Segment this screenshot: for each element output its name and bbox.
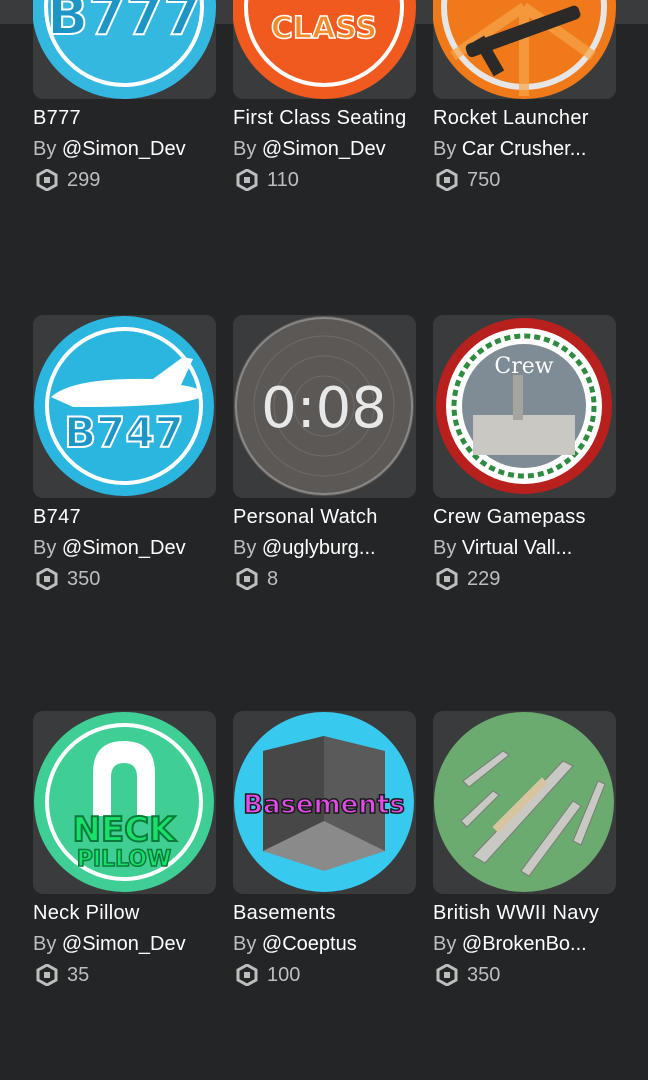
item-thumbnail[interactable] bbox=[433, 0, 616, 99]
item-creator[interactable]: By Car Crusher... bbox=[433, 135, 617, 163]
item-creator[interactable]: By @uglyburg... bbox=[233, 534, 417, 562]
thumb-text: Basements bbox=[243, 790, 405, 820]
creator-name[interactable]: @Simon_Dev bbox=[62, 933, 186, 955]
price-value: 8 bbox=[267, 567, 279, 590]
thumb-text: B777 bbox=[47, 0, 201, 47]
price-value: 299 bbox=[67, 168, 101, 191]
robux-icon bbox=[36, 169, 58, 191]
rocket-launcher-thumbnail-image bbox=[433, 0, 616, 99]
by-label: By bbox=[433, 537, 457, 559]
thumb-text: B747 bbox=[64, 408, 184, 457]
price-value: 110 bbox=[267, 168, 299, 191]
item-thumbnail[interactable]: B777 bbox=[33, 0, 216, 99]
creator-name[interactable]: @Coeptus bbox=[262, 933, 357, 955]
robux-icon bbox=[436, 169, 458, 191]
price-value: 350 bbox=[67, 567, 101, 590]
item-card-b777[interactable]: B777 B777 By @Simon_Dev 299 bbox=[33, 0, 217, 194]
item-thumbnail[interactable]: Basements bbox=[233, 711, 416, 894]
item-thumbnail[interactable]: NECK PILLOW bbox=[33, 711, 216, 894]
item-thumbnail[interactable]: B747 bbox=[33, 315, 216, 498]
creator-name[interactable]: @Simon_Dev bbox=[62, 537, 186, 559]
item-card-british-wwii-navy[interactable]: British WWII Navy By @BrokenBo... 350 bbox=[433, 711, 617, 989]
item-creator[interactable]: By Virtual Vall... bbox=[433, 534, 617, 562]
by-label: By bbox=[233, 537, 257, 559]
price-value: 350 bbox=[467, 963, 501, 986]
item-title[interactable]: Neck Pillow bbox=[33, 899, 217, 927]
creator-name[interactable]: @Simon_Dev bbox=[62, 138, 186, 160]
robux-icon bbox=[436, 568, 458, 590]
item-thumbnail[interactable]: 0:08 bbox=[233, 315, 416, 498]
item-creator[interactable]: By @Simon_Dev bbox=[233, 135, 417, 163]
item-creator[interactable]: By @Coeptus bbox=[233, 930, 417, 958]
item-title[interactable]: First Class Seating bbox=[233, 104, 417, 132]
item-card-crew-gamepass[interactable]: Crew Crew Gamepass By Virtual Vall... 22… bbox=[433, 315, 617, 593]
by-label: By bbox=[33, 138, 57, 160]
creator-name[interactable]: Car Crusher... bbox=[462, 138, 586, 160]
item-creator[interactable]: By @BrokenBo... bbox=[433, 930, 617, 958]
item-title[interactable]: B777 bbox=[33, 104, 217, 132]
neck-pillow-thumbnail-image: NECK PILLOW bbox=[34, 712, 214, 892]
item-thumbnail[interactable]: Crew bbox=[433, 315, 616, 498]
by-label: By bbox=[233, 933, 257, 955]
thumb-text: 0:08 bbox=[261, 376, 387, 441]
item-title[interactable]: Basements bbox=[233, 899, 417, 927]
b777-thumbnail-image: B777 bbox=[33, 0, 216, 99]
item-price: 350 bbox=[33, 565, 217, 593]
item-price: 35 bbox=[33, 961, 217, 989]
item-card-b747[interactable]: B747 B747 By @Simon_Dev 350 bbox=[33, 315, 217, 593]
creator-name[interactable]: @BrokenBo... bbox=[462, 933, 587, 955]
item-price: 100 bbox=[233, 961, 417, 989]
price-value: 229 bbox=[467, 567, 501, 590]
item-title[interactable]: Rocket Launcher bbox=[433, 104, 617, 132]
item-thumbnail[interactable] bbox=[433, 711, 616, 894]
b747-thumbnail-image: B747 bbox=[34, 316, 214, 496]
svg-text:FIRST: FIRST bbox=[276, 0, 373, 6]
item-price: 8 bbox=[233, 565, 417, 593]
item-price: 229 bbox=[433, 565, 617, 593]
by-label: By bbox=[33, 933, 57, 955]
price-value: 35 bbox=[67, 963, 90, 986]
robux-icon bbox=[236, 568, 258, 590]
first-class-thumbnail-image: CLASS FIRST bbox=[233, 0, 416, 99]
item-creator[interactable]: By @Simon_Dev bbox=[33, 135, 217, 163]
by-label: By bbox=[233, 138, 257, 160]
item-card-basements[interactable]: Basements Basements By @Coeptus 100 bbox=[233, 711, 417, 989]
price-value: 750 bbox=[467, 168, 501, 191]
item-card-first-class-seating[interactable]: CLASS FIRST First Class Seating By @Simo… bbox=[233, 0, 417, 194]
price-value: 100 bbox=[267, 963, 301, 986]
item-creator[interactable]: By @Simon_Dev bbox=[33, 534, 217, 562]
creator-name[interactable]: @Simon_Dev bbox=[262, 138, 386, 160]
robux-icon bbox=[436, 964, 458, 986]
item-title[interactable]: British WWII Navy bbox=[433, 899, 617, 927]
svg-text:PILLOW: PILLOW bbox=[77, 847, 172, 872]
creator-name[interactable]: Virtual Vall... bbox=[462, 537, 572, 559]
item-card-rocket-launcher[interactable]: Rocket Launcher By Car Crusher... 750 bbox=[433, 0, 617, 194]
creator-name[interactable]: @uglyburg... bbox=[262, 537, 376, 559]
by-label: By bbox=[433, 933, 457, 955]
robux-icon bbox=[36, 568, 58, 590]
by-label: By bbox=[433, 138, 457, 160]
item-price: 350 bbox=[433, 961, 617, 989]
svg-text:NECK: NECK bbox=[73, 810, 178, 850]
svg-text:CLASS: CLASS bbox=[271, 11, 377, 46]
item-card-neck-pillow[interactable]: NECK PILLOW Neck Pillow By @Simon_Dev 35 bbox=[33, 711, 217, 989]
robux-icon bbox=[236, 964, 258, 986]
robux-icon bbox=[36, 964, 58, 986]
thumb-text: Crew bbox=[494, 354, 553, 379]
item-title[interactable]: Personal Watch bbox=[233, 503, 417, 531]
crew-thumbnail-image: Crew bbox=[436, 318, 612, 494]
item-creator[interactable]: By @Simon_Dev bbox=[33, 930, 217, 958]
item-price: 750 bbox=[433, 166, 617, 194]
item-title[interactable]: B747 bbox=[33, 503, 217, 531]
item-price: 299 bbox=[33, 166, 217, 194]
basements-thumbnail-image: Basements bbox=[234, 712, 414, 892]
item-price: 110 bbox=[233, 166, 417, 194]
by-label: By bbox=[33, 537, 57, 559]
watch-thumbnail-image: 0:08 bbox=[234, 316, 414, 496]
item-card-personal-watch[interactable]: 0:08 Personal Watch By @uglyburg... 8 bbox=[233, 315, 417, 593]
item-title[interactable]: Crew Gamepass bbox=[433, 503, 617, 531]
robux-icon bbox=[236, 169, 258, 191]
navy-thumbnail-image bbox=[434, 712, 614, 892]
item-thumbnail[interactable]: CLASS FIRST bbox=[233, 0, 416, 99]
